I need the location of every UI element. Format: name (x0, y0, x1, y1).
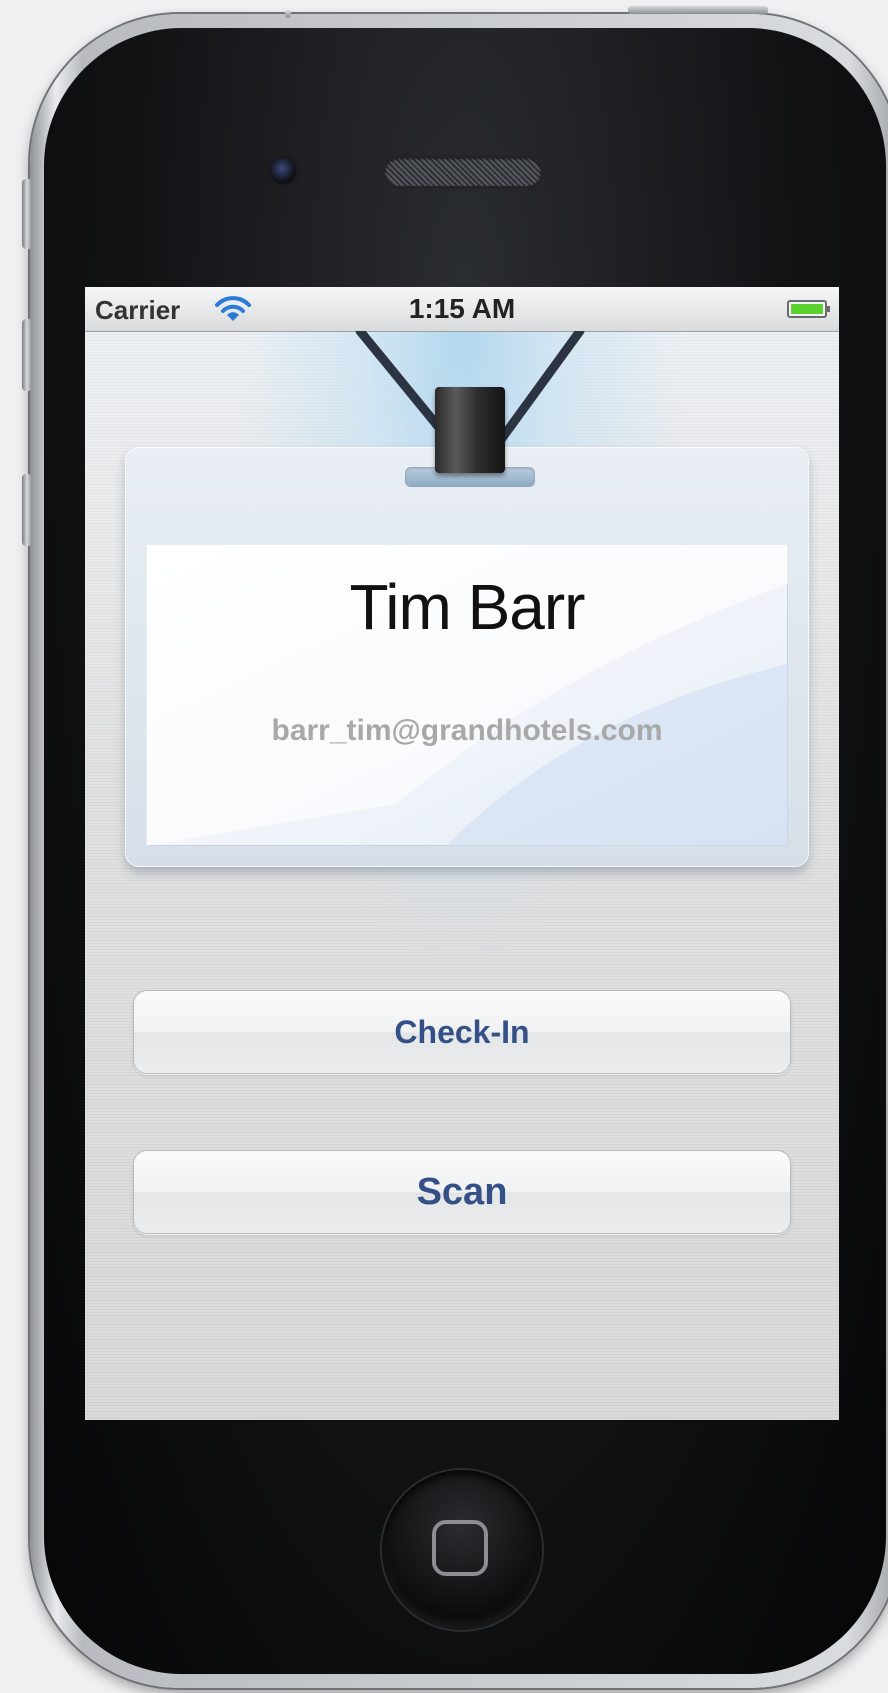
home-button[interactable] (382, 1470, 542, 1630)
volume-up-button (22, 319, 32, 391)
antenna-notch (285, 10, 291, 18)
badge-card: Tim Barr barr_tim@grandhotels.com (146, 544, 788, 846)
app-screen: Carrier 1:15 AM Tim Barr barr_tim@grandh… (85, 287, 839, 1420)
badge-email: barr_tim@grandhotels.com (271, 714, 663, 747)
sleep-wake-button (628, 6, 768, 14)
status-time: 1:15 AM (408, 293, 516, 324)
id-badge: Tim Barr barr_tim@grandhotels.com (125, 447, 809, 867)
earpiece-speaker (385, 158, 541, 186)
volume-down-button (22, 474, 32, 546)
mute-switch (22, 179, 32, 249)
battery-icon (787, 300, 830, 318)
home-square-icon (432, 1520, 488, 1576)
check-in-button[interactable]: Check-In (133, 990, 791, 1074)
badge-clip (435, 387, 505, 473)
status-bar: Carrier 1:15 AM (85, 287, 839, 332)
scan-button[interactable]: Scan (133, 1150, 791, 1234)
front-camera-icon (270, 158, 296, 184)
badge-name: Tim Barr (349, 571, 586, 643)
